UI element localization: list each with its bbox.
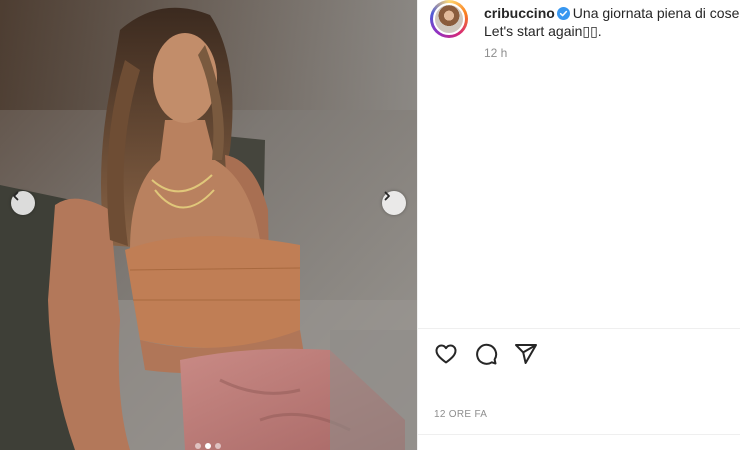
carousel-indicator — [195, 443, 221, 449]
avatar[interactable] — [430, 0, 468, 38]
post-date: 12 ORE FA — [434, 409, 488, 420]
post-photo-illustration — [0, 0, 417, 450]
chevron-left-icon — [13, 191, 19, 201]
comment-divider — [418, 434, 740, 435]
caption-text: Una giornata piena di cose a — [572, 5, 740, 21]
caption-timestamp[interactable]: 12 h — [484, 46, 507, 60]
carousel-prev-button[interactable] — [11, 191, 35, 215]
comment-icon[interactable] — [474, 342, 498, 366]
carousel-dot — [215, 443, 221, 449]
carousel-dot-active — [205, 443, 211, 449]
caption-text-line2: Let's start again▯▯. — [484, 23, 602, 39]
heart-icon[interactable] — [434, 342, 458, 366]
paper-plane-icon[interactable] — [514, 342, 538, 366]
avatar-image — [433, 3, 465, 35]
carousel-next-button[interactable] — [382, 191, 406, 215]
chevron-right-icon — [384, 191, 390, 201]
action-bar — [434, 342, 538, 366]
verified-badge-icon — [556, 7, 570, 20]
post-sidebar: cribuccino Una giornata piena di cose a L… — [418, 0, 740, 450]
username-link[interactable]: cribuccino — [484, 5, 555, 21]
carousel-dot — [195, 443, 201, 449]
post-caption: cribuccino Una giornata piena di cose a L… — [484, 4, 740, 40]
actions-divider — [418, 328, 740, 329]
post-photo — [0, 0, 417, 450]
